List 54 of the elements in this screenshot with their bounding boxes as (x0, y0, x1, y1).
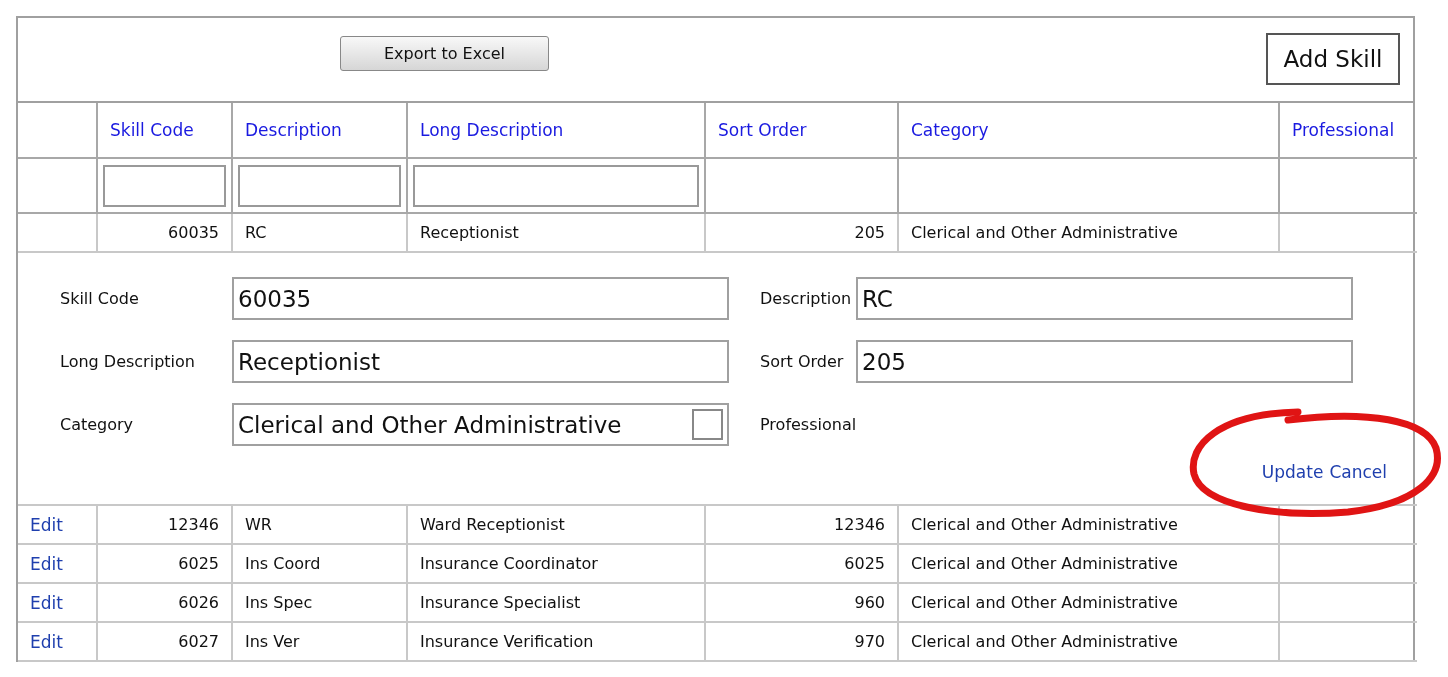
input-field[interactable]: 205 (856, 340, 1353, 383)
edit-link[interactable]: Edit (30, 592, 63, 613)
table-cell: Insurance Coordinator (407, 544, 705, 583)
table-cell: 6025 (97, 544, 232, 583)
field-label: Professional (760, 415, 856, 434)
table-cell: Receptionist (407, 213, 705, 252)
field-label: Long Description (60, 352, 196, 371)
table-cell: Ins Spec (232, 583, 407, 622)
edit-link[interactable]: Edit (30, 631, 63, 652)
input-field[interactable]: RC (856, 277, 1353, 320)
column-header[interactable]: Long Description (407, 103, 705, 158)
column-header[interactable]: Description (232, 103, 407, 158)
column-header[interactable]: Professional (1279, 103, 1417, 158)
table-cell: 12346 (705, 505, 898, 544)
export-to-excel-button[interactable]: Export to Excel (340, 36, 549, 71)
field-label: Description (760, 289, 853, 308)
column-header[interactable]: Category (898, 103, 1279, 158)
table-cell: 12346 (97, 505, 232, 544)
edit-link[interactable]: Edit (30, 514, 63, 535)
table-cell: 60035 (97, 213, 232, 252)
filter-field[interactable] (238, 164, 401, 207)
filter-field[interactable] (413, 164, 699, 207)
add-skill-button[interactable]: Add Skill (1266, 32, 1400, 85)
field-label: Sort Order (760, 352, 845, 371)
column-header[interactable]: Sort Order (705, 103, 898, 158)
table-cell: Clerical and Other Administrative (898, 622, 1279, 661)
input-field[interactable]: Clerical and Other Administrative (232, 403, 729, 446)
table-cell: Insurance Verification (407, 622, 705, 661)
table-cell: Ins Coord (232, 544, 407, 583)
input-field[interactable]: Receptionist (232, 340, 729, 383)
filter-field[interactable] (103, 164, 226, 207)
table-cell: Clerical and Other Administrative (898, 544, 1279, 583)
table-cell: 205 (705, 213, 898, 252)
column-header[interactable]: Skill Code (97, 103, 232, 158)
table-cell: RC (232, 213, 407, 252)
edit-link[interactable]: Edit (30, 553, 63, 574)
table-cell: Ins Ver (232, 622, 407, 661)
table-cell: 970 (705, 622, 898, 661)
checkbox[interactable] (692, 409, 723, 440)
table-cell: Insurance Specialist (407, 583, 705, 622)
table-cell: Clerical and Other Administrative (898, 213, 1279, 252)
table-cell: 960 (705, 583, 898, 622)
table-cell: 6027 (97, 622, 232, 661)
table-cell: 6026 (97, 583, 232, 622)
input-field[interactable]: 60035 (232, 277, 729, 320)
table-cell: WR (232, 505, 407, 544)
table-cell: Ward Receptionist (407, 505, 705, 544)
table-cell: 6025 (705, 544, 898, 583)
field-label: Skill Code (60, 289, 140, 308)
table-cell: Clerical and Other Administrative (898, 583, 1279, 622)
table-cell: Clerical and Other Administrative (898, 505, 1279, 544)
cancel-link[interactable]: Cancel (1329, 462, 1387, 482)
update-link[interactable]: Update (1261, 462, 1324, 482)
field-label: Category (60, 415, 135, 434)
